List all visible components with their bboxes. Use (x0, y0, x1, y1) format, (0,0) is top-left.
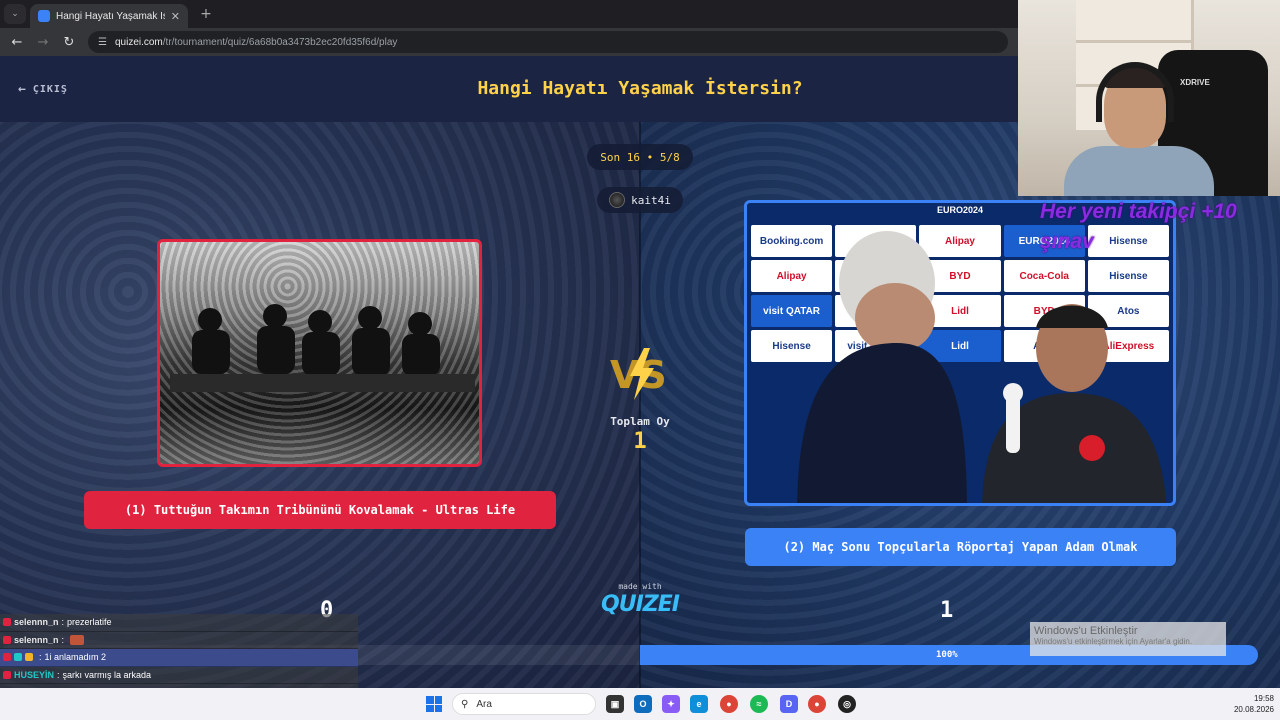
follower-goal-text: Her yeni takipçi +10 şınav (1040, 200, 1237, 253)
chat-separator: : (61, 617, 65, 628)
option-2-percent: 100% (936, 650, 958, 660)
versus-icon: VS (610, 348, 667, 400)
chat-badge-icon (3, 670, 11, 679)
edge-icon[interactable]: e (690, 695, 708, 713)
windows-activation-watermark: Windows'u Etkinleştir Windows'u etkinleş… (1030, 622, 1226, 656)
chat-text: şarkı varmış la arkada (62, 669, 152, 680)
browser-tabstrip: ⌄ Hangi Hayatı Yaşamak İstersin? ✕ + (0, 0, 1018, 28)
webcam-overlay: XDRIVE (1018, 0, 1280, 196)
chat-message: :1i anlamadım 2 (0, 649, 358, 667)
chat-badge-icon (14, 653, 22, 662)
chair-brand-text: XDRIVE (1180, 78, 1210, 87)
quizei-logo[interactable]: QUIZEI (596, 592, 684, 617)
chat-emote-icon (70, 634, 85, 645)
option-1-image[interactable] (157, 239, 482, 467)
chat-message: selennn_n : (0, 631, 358, 649)
chat-message: HUSEYİN : şarkı varmış la arkada (0, 666, 358, 684)
total-votes-label: Toplam Oy (610, 415, 670, 428)
user-pill: kait4i (597, 187, 683, 213)
streamer-body (1064, 146, 1214, 196)
windows-start-icon[interactable] (426, 696, 442, 712)
total-votes-count: 1 (633, 429, 647, 454)
tab-search-button[interactable]: ⌄ (4, 4, 26, 24)
taskbar-clock[interactable]: 19:58 20.08.2026 (1224, 693, 1274, 715)
outlook-icon[interactable]: O (634, 695, 652, 713)
task-view-icon[interactable]: ▣ (606, 695, 624, 713)
taskbar-search-placeholder: Ara (476, 698, 492, 710)
chat-username[interactable]: selennn_n (14, 617, 59, 627)
sponsor-tile: Hisense (1087, 260, 1169, 292)
chrome-active-icon[interactable]: ● (808, 695, 826, 713)
chat-username[interactable]: HUSEYİN (14, 670, 54, 680)
chat-badge-icon (25, 653, 33, 662)
chat-text: 1i anlamadım 2 (44, 652, 107, 663)
avatar (609, 192, 626, 208)
activation-title: Windows'u Etkinleştir (1034, 625, 1138, 637)
chat-separator: : (61, 634, 65, 645)
close-tab-icon[interactable]: ✕ (171, 10, 180, 23)
chat-separator: : (57, 669, 60, 680)
url-path: /tr/tournament/quiz/6a68b0a3473b2ec20fd3… (162, 36, 398, 48)
sponsor-tile: Coca-Cola (1003, 260, 1085, 292)
spotify-icon[interactable]: ≈ (750, 695, 768, 713)
option-2-vote-count: 1 (940, 598, 954, 623)
chat-text: prezerlatife (67, 617, 112, 628)
chat-separator: : (39, 652, 42, 663)
copilot-icon[interactable]: ✦ (662, 695, 680, 713)
reload-icon[interactable]: ↻ (62, 35, 76, 50)
username: kait4i (631, 193, 671, 207)
back-arrow-icon[interactable]: ← (10, 35, 24, 50)
new-tab-plus-icon[interactable]: + (196, 4, 216, 24)
discord-icon[interactable]: D (780, 695, 798, 713)
quizei-favicon-icon (38, 10, 50, 22)
activation-subtitle: Windows'u etkinleştirmek için Ayarlar'a … (1034, 637, 1193, 646)
option-2-button[interactable]: (2) Maç Sonu Topçularla Röportaj Yapan A… (745, 528, 1176, 566)
windows-taskbar: ⚲ Ara ▣ O ✦ e ● ≈ D ● ◎ 19:58 20.08.2026 (0, 688, 1280, 720)
taskbar-search[interactable]: ⚲ Ara (452, 693, 596, 715)
browser-tab-active[interactable]: Hangi Hayatı Yaşamak İstersin? ✕ (30, 4, 188, 28)
tab-title: Hangi Hayatı Yaşamak İstersin? (56, 10, 165, 22)
round-indicator: Son 16 • 5/8 (587, 144, 693, 170)
forward-arrow-icon[interactable]: → (36, 35, 50, 50)
made-with-label: made with (618, 582, 662, 591)
browser-toolbar: ← → ↻ ☰ quizei.com/tr/tournament/quiz/6a… (0, 28, 1018, 56)
clock-time: 19:58 (1253, 694, 1274, 703)
chat-message: selennn_n : prezerlatife (0, 614, 358, 632)
chat-badge-icon (3, 653, 11, 662)
obs-icon[interactable]: ◎ (838, 695, 856, 713)
search-icon: ⚲ (461, 698, 469, 710)
url-host: quizei.com (114, 36, 163, 48)
ultras-fans-illustration (170, 304, 475, 392)
option-1-button[interactable]: (1) Tuttuğun Takımın Tribününü Kovalamak… (84, 491, 556, 529)
site-info-icon[interactable]: ☰ (98, 37, 107, 48)
clock-date: 20.08.2026 (1233, 705, 1274, 714)
player-figure (982, 304, 1167, 503)
coach-figure (797, 231, 967, 503)
chat-badge-icon (3, 618, 11, 627)
address-bar[interactable]: ☰ quizei.com/tr/tournament/quiz/6a68b0a3… (88, 31, 1008, 53)
chat-badge-icon (3, 635, 11, 644)
chrome-icon[interactable]: ● (720, 695, 738, 713)
chat-username[interactable]: selennn_n (14, 635, 59, 645)
